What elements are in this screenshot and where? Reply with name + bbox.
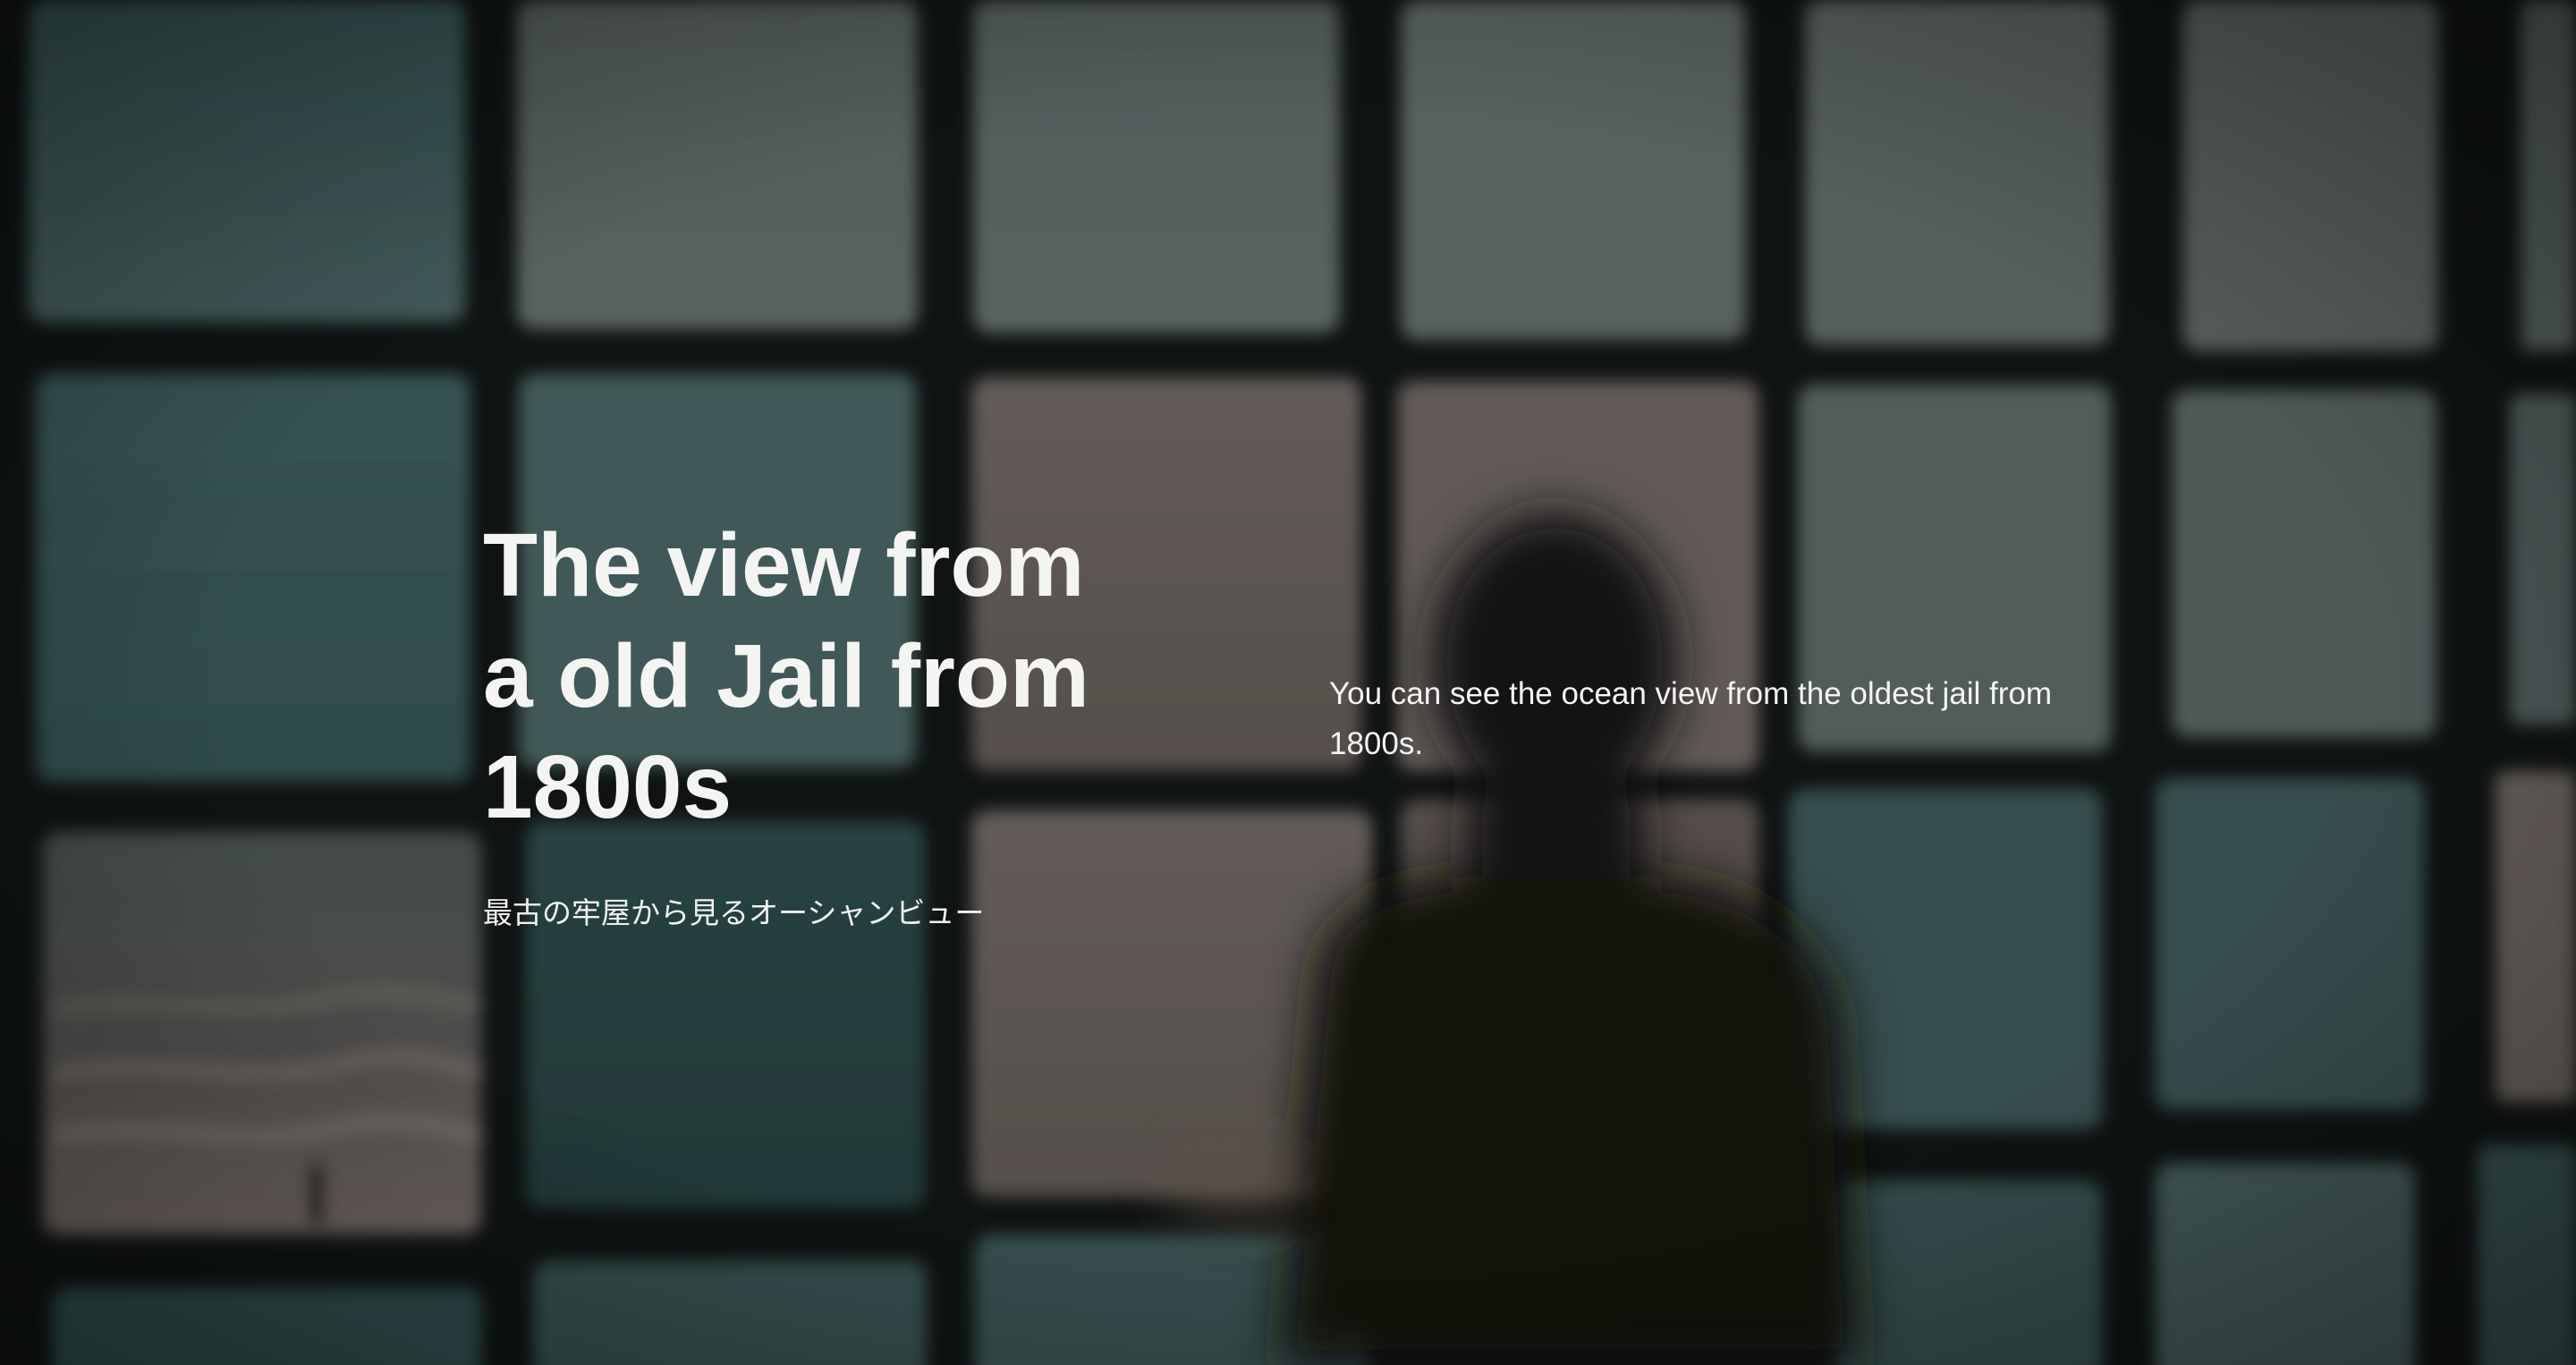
- hero-headline-line-3: 1800s: [483, 737, 733, 837]
- hero-subtitle-japanese: 最古の牢屋から見るオーシャンビュー: [483, 895, 985, 930]
- hero-headline: The view from a old Jail from 1800s: [483, 510, 1163, 843]
- hero-right-column: You can see the ocean view from the olde…: [1329, 669, 2116, 769]
- hero-description: You can see the ocean view from the olde…: [1329, 676, 2053, 761]
- hero-content: The view from a old Jail from 1800s 最古の牢…: [0, 0, 2576, 1365]
- hero-section: The view from a old Jail from 1800s 最古の牢…: [0, 0, 2576, 1365]
- hero-headline-line-2: a old Jail from: [483, 626, 1089, 726]
- hero-left-column: The view from a old Jail from 1800s 最古の牢…: [483, 510, 1163, 932]
- hero-headline-line-1: The view from: [483, 515, 1085, 615]
